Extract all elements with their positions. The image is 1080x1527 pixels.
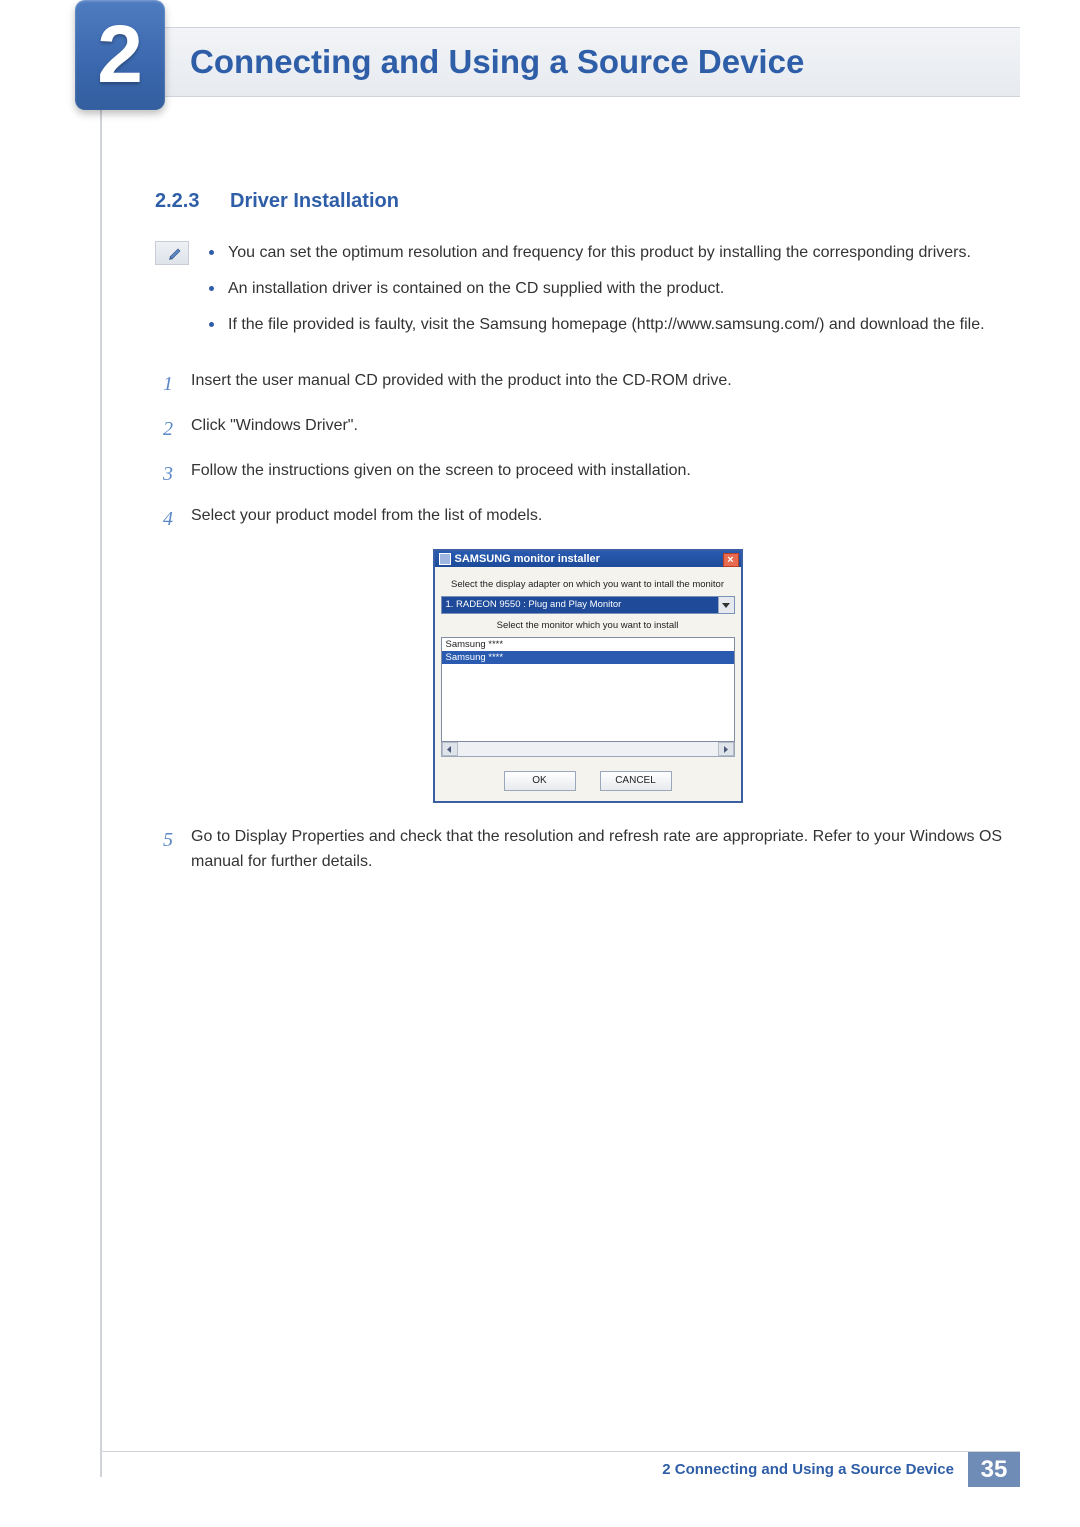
note-text: If the file provided is faulty, visit th…: [228, 313, 985, 337]
note-block: You can set the optimum resolution and f…: [155, 241, 1020, 349]
dialog-button-row: OK CANCEL: [441, 771, 735, 791]
dialog-instruction-2: Select the monitor which you want to ins…: [441, 620, 735, 631]
step-number: 3: [155, 459, 173, 490]
installer-dialog: SAMSUNG monitor installer × Select the d…: [433, 549, 743, 803]
close-icon[interactable]: ×: [723, 553, 739, 567]
monitor-listbox[interactable]: Samsung **** Samsung ****: [441, 637, 735, 742]
note-icon: [155, 241, 189, 265]
chapter-title: Connecting and Using a Source Device: [190, 43, 804, 81]
step-text: Click "Windows Driver".: [191, 414, 1020, 445]
adapter-select[interactable]: 1. RADEON 9550 : Plug and Play Monitor: [441, 596, 735, 614]
left-rule: [100, 28, 102, 1477]
step-row: 1 Insert the user manual CD provided wit…: [155, 369, 1020, 400]
note-item: An installation driver is contained on t…: [209, 277, 1020, 301]
chapter-number: 2: [97, 14, 143, 96]
bullet-icon: [209, 322, 214, 327]
footer-chapter-label: 2 Connecting and Using a Source Device: [662, 1461, 968, 1478]
step-text: Select your product model from the list …: [191, 504, 1020, 535]
note-text: An installation driver is contained on t…: [228, 277, 724, 301]
step-text: Insert the user manual CD provided with …: [191, 369, 1020, 400]
section-title: Driver Installation: [230, 190, 399, 213]
step-number: 5: [155, 825, 173, 875]
step-number: 1: [155, 369, 173, 400]
list-item[interactable]: Samsung ****: [442, 638, 734, 651]
note-text: You can set the optimum resolution and f…: [228, 241, 971, 265]
installer-dialog-figure: SAMSUNG monitor installer × Select the d…: [155, 549, 1020, 803]
section-heading: 2.2.3 Driver Installation: [155, 190, 1020, 213]
page: Connecting and Using a Source Device 2 2…: [0, 0, 1080, 1527]
page-number: 35: [968, 1452, 1020, 1487]
ordered-steps: 1 Insert the user manual CD provided wit…: [155, 369, 1020, 875]
step-text: Follow the instructions given on the scr…: [191, 459, 1020, 490]
note-list: You can set the optimum resolution and f…: [209, 241, 1020, 349]
step-row: 5 Go to Display Properties and check tha…: [155, 825, 1020, 875]
dialog-titlebar: SAMSUNG monitor installer ×: [435, 551, 741, 567]
ok-button[interactable]: OK: [504, 771, 576, 791]
cancel-button[interactable]: CANCEL: [600, 771, 672, 791]
app-icon: [439, 553, 451, 565]
chapter-badge: 2: [75, 0, 165, 110]
page-footer: 2 Connecting and Using a Source Device 3…: [100, 1451, 1020, 1487]
dialog-instruction-1: Select the display adapter on which you …: [441, 579, 735, 590]
section-number: 2.2.3: [155, 190, 210, 213]
dialog-body: Select the display adapter on which you …: [435, 567, 741, 801]
adapter-select-value: 1. RADEON 9550 : Plug and Play Monitor: [442, 597, 718, 613]
bullet-icon: [209, 286, 214, 291]
chevron-down-icon[interactable]: [718, 597, 734, 613]
chapter-header: Connecting and Using a Source Device: [100, 27, 1020, 97]
list-item[interactable]: Samsung ****: [442, 651, 734, 664]
step-number: 2: [155, 414, 173, 445]
step-row: 4 Select your product model from the lis…: [155, 504, 1020, 535]
note-item: If the file provided is faulty, visit th…: [209, 313, 1020, 337]
note-item: You can set the optimum resolution and f…: [209, 241, 1020, 265]
dialog-title-text: SAMSUNG monitor installer: [455, 553, 600, 565]
content-body: 2.2.3 Driver Installation You can set th…: [155, 190, 1020, 889]
step-row: 3 Follow the instructions given on the s…: [155, 459, 1020, 490]
step-text: Go to Display Properties and check that …: [191, 825, 1020, 875]
step-row: 2 Click "Windows Driver".: [155, 414, 1020, 445]
chevron-left-icon[interactable]: [442, 742, 458, 756]
step-number: 4: [155, 504, 173, 535]
chevron-right-icon[interactable]: [718, 742, 734, 756]
horizontal-scrollbar[interactable]: [441, 741, 735, 757]
bullet-icon: [209, 250, 214, 255]
